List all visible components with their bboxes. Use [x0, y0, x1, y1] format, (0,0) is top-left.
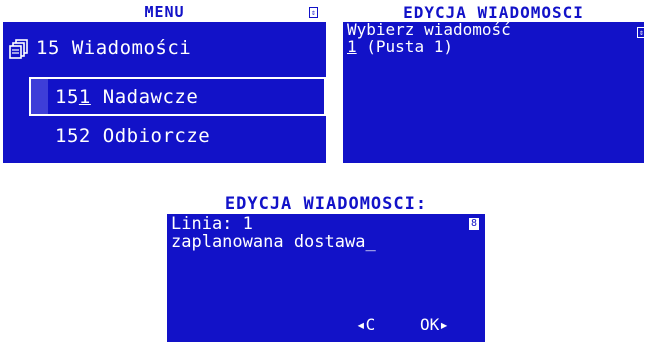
message-option-1[interactable]: 1 (Pusta 1) [347, 38, 632, 55]
folder-stack-icon [9, 39, 28, 59]
ok-button[interactable]: OK▸ [420, 315, 449, 334]
menu-item-nadawcze-label: 151 Nadawcze [55, 86, 199, 108]
line-edit-title-bar: EDYCJA WIADOMOSCI: [167, 194, 485, 214]
menu-scroll-indicator-icon: ⇕ [309, 7, 318, 18]
line-edit-screen: EDYCJA WIADOMOSCI: Linia: 1 8 zaplanowan… [167, 194, 485, 342]
menu-title-bar: MENU [3, 3, 326, 22]
menu-item-odbiorcze[interactable]: 152 Odbiorcze [29, 121, 326, 155]
line-marker-icon: 8 [469, 218, 479, 230]
menu-item-odbiorcze-label: 152 Odbiorcze [55, 125, 211, 147]
message-option-1-label: 1 (Pusta 1) [347, 37, 453, 56]
message-edit-screen: EDYCJA WIADOMOSCI Wybierz wiadomość ⇕ 1 … [343, 3, 644, 163]
menu-screen: MENU ⇕ 15 Wiadomości 151 Nadawcze 152 Od… [3, 3, 326, 163]
menu-title: MENU [144, 3, 185, 21]
message-edit-scroll-indicator-icon: ⇕ [637, 27, 644, 38]
line-number-label: Linia: 1 [171, 214, 253, 234]
message-edit-prompt: Wybierz wiadomość [347, 20, 511, 39]
menu-folder-label: 15 Wiadomości [36, 37, 192, 59]
menu-item-nadawcze[interactable]: 151 Nadawcze [29, 77, 326, 116]
message-text-input[interactable]: zaplanowana dostawa_ [171, 233, 376, 251]
back-clear-button[interactable]: ◂C [356, 315, 375, 334]
line-edit-title: EDYCJA WIADOMOSCI: [224, 194, 428, 214]
